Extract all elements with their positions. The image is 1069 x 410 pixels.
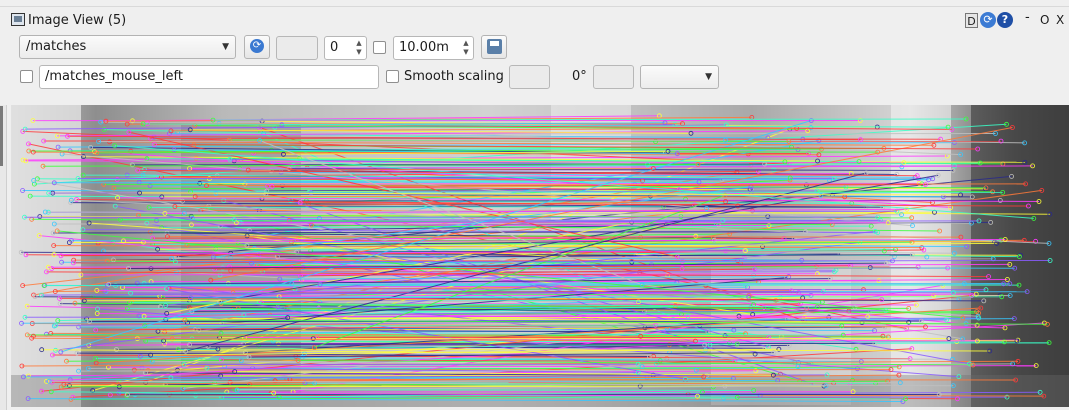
d-button[interactable]: D xyxy=(965,13,978,28)
mouse-publish-checkbox[interactable] xyxy=(20,70,33,83)
topic-combo[interactable]: /matches ▼ xyxy=(19,35,236,59)
help-icon[interactable]: ? xyxy=(997,12,1013,28)
blank-field-3[interactable] xyxy=(593,65,634,89)
match-line xyxy=(190,191,1003,193)
smooth-scaling-label: Smooth scaling xyxy=(404,69,504,84)
image-canvas[interactable] xyxy=(11,105,1069,407)
save-icon xyxy=(487,39,502,54)
chevron-down-icon: ▼ xyxy=(705,72,712,82)
match-line xyxy=(243,342,876,345)
spin-value: 0 xyxy=(330,40,339,55)
reload-icon[interactable]: ⟳ xyxy=(980,12,996,28)
options-combo[interactable]: ▼ xyxy=(640,65,719,89)
timeout-value: 10.00m xyxy=(399,40,449,55)
float-button[interactable]: O xyxy=(1040,13,1049,27)
timeout-checkbox[interactable] xyxy=(373,41,386,54)
match-line xyxy=(167,236,961,238)
mouse-topic-value: /matches_mouse_left xyxy=(45,69,183,84)
refresh-icon: ⟳ xyxy=(250,39,264,53)
close-button[interactable]: X xyxy=(1056,13,1064,27)
spin-arrows-icon[interactable]: ▲ ▼ xyxy=(354,39,364,57)
minimize-button[interactable]: - xyxy=(1025,10,1030,25)
smooth-scaling-checkbox[interactable] xyxy=(386,70,399,83)
window-icon xyxy=(11,13,25,26)
save-image-button[interactable] xyxy=(481,35,507,59)
rotation-label: 0° xyxy=(572,69,587,84)
window-title: Image View (5) xyxy=(28,13,127,28)
blank-field-1[interactable] xyxy=(276,36,318,60)
timeout-spinbox[interactable]: 10.00m ▲ ▼ xyxy=(393,36,474,60)
scroll-marker xyxy=(0,106,3,166)
value-spinbox[interactable]: 0 ▲ ▼ xyxy=(324,36,367,60)
blank-field-2[interactable] xyxy=(509,65,550,89)
dock-title-bar: Image View (5) D ⟳ ? - O X xyxy=(0,6,1069,33)
chevron-down-icon: ▼ xyxy=(222,42,229,52)
timeout-arrows-icon[interactable]: ▲ ▼ xyxy=(461,39,471,57)
mouse-topic-input[interactable]: /matches_mouse_left xyxy=(39,65,379,89)
topic-value: /matches xyxy=(26,39,87,54)
refresh-topics-button[interactable]: ⟳ xyxy=(244,35,270,59)
matches-image xyxy=(11,105,1069,407)
match-line xyxy=(320,283,1004,285)
match-line xyxy=(191,224,770,226)
